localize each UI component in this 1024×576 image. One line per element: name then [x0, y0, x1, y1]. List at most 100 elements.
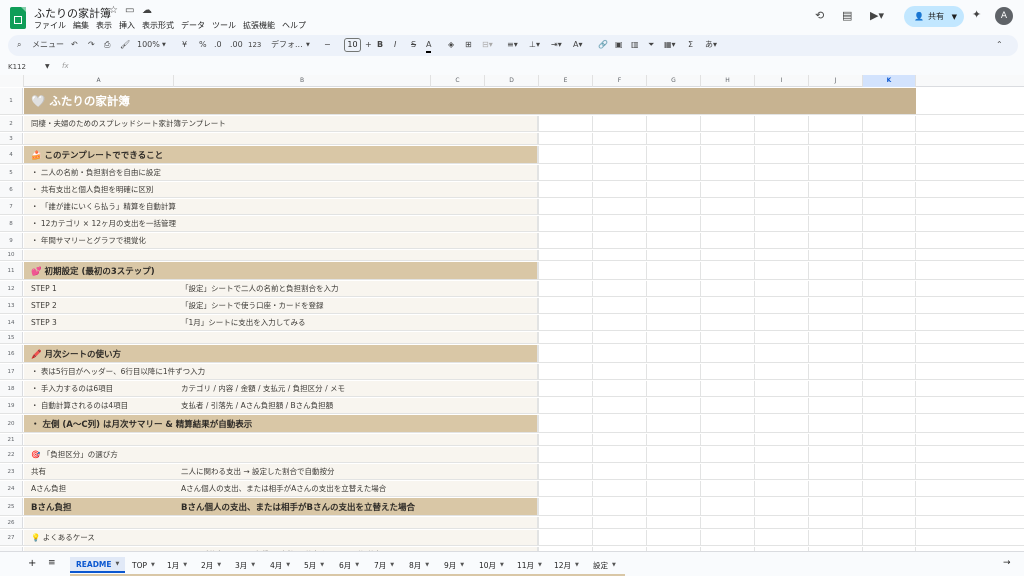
cell-b[interactable]: 支払者 / 引落先 / Aさん負担額 / Bさん負担額: [181, 398, 333, 413]
row-number[interactable]: 21: [0, 434, 23, 445]
column-header-k[interactable]: K: [863, 75, 916, 87]
row-number[interactable]: 23: [0, 464, 23, 479]
row-number[interactable]: 26: [0, 517, 23, 528]
sheet-tab[interactable]: 12月 ▼: [554, 557, 579, 573]
row-number[interactable]: 17: [0, 364, 23, 379]
sheet-tab[interactable]: 9月 ▼: [444, 557, 464, 573]
row-number[interactable]: 11: [0, 262, 23, 279]
share-button[interactable]: 👤 共有 ▼: [904, 6, 964, 27]
column-header-f[interactable]: F: [593, 75, 647, 87]
sheets-logo-icon[interactable]: [10, 7, 26, 29]
column-header-i[interactable]: I: [755, 75, 809, 87]
cell-b[interactable]: Bさん個人の支出、または相手がBさんの支出を立替えた場合: [181, 498, 415, 515]
row-cells[interactable]: [24, 517, 1024, 528]
undo-icon[interactable]: ↶: [71, 39, 78, 51]
column-header-c[interactable]: C: [431, 75, 485, 87]
star-icon[interactable]: ☆: [109, 5, 118, 16]
menu-search-label[interactable]: メニュー: [32, 39, 64, 51]
bold-icon[interactable]: B: [377, 39, 383, 51]
name-box[interactable]: K112: [8, 63, 26, 71]
insert-chart-icon[interactable]: ▥: [631, 39, 639, 51]
filter-icon[interactable]: ⏷: [648, 39, 654, 51]
font-size-input[interactable]: 10: [344, 38, 361, 52]
menu-help[interactable]: ヘルプ: [282, 20, 306, 31]
column-header-d[interactable]: D: [485, 75, 539, 87]
sheet-tab[interactable]: 5月 ▼: [304, 557, 324, 573]
text-wrap-icon[interactable]: ⇥▾: [551, 39, 562, 51]
italic-icon[interactable]: I: [394, 39, 396, 51]
font-select[interactable]: デフォ...: [271, 39, 303, 51]
number-format-button[interactable]: 123: [248, 39, 261, 51]
column-header-g[interactable]: G: [647, 75, 701, 87]
row-number[interactable]: 8: [0, 216, 23, 231]
menu-file[interactable]: ファイル: [34, 20, 66, 31]
text-color-icon[interactable]: A: [426, 39, 432, 53]
chevron-down-icon[interactable]: ▼: [612, 562, 616, 568]
comments-icon[interactable]: ▤: [842, 9, 852, 22]
functions-icon[interactable]: Σ: [688, 39, 693, 51]
cell-a[interactable]: ・ 表は5行目がヘッダー、6行目以降に1件ずつ入力: [31, 364, 205, 379]
row-cells[interactable]: 同棲・夫婦のためのスプレッドシート家計簿テンプレート: [24, 116, 1024, 131]
row-cells[interactable]: ・ 自動計算されるのは4項目 支払者 / 引落先 / Aさん負担額 / Bさん負担…: [24, 398, 1024, 413]
vertical-align-icon[interactable]: ⊥▾: [529, 39, 540, 51]
cell-a[interactable]: 💡 よくあるケース: [31, 530, 95, 545]
row-cells[interactable]: ・ 表は5行目がヘッダー、6行目以降に1件ずつ入力: [24, 364, 1024, 379]
row-number[interactable]: 1: [0, 88, 23, 114]
row-cells[interactable]: ・ 左側 (A〜C列) は月次サマリー & 精算結果が自動表示: [24, 415, 1024, 432]
chevron-down-icon[interactable]: ▼: [460, 562, 464, 568]
select-all-corner[interactable]: [0, 75, 24, 87]
row-cells[interactable]: ・ 共有支出と個人負担を明確に区別: [24, 182, 1024, 197]
avatar[interactable]: A: [995, 7, 1013, 25]
row-cells[interactable]: ・ 二人の名前・負担割合を自由に設定: [24, 165, 1024, 180]
row-number[interactable]: 15: [0, 332, 23, 343]
sheet-tab[interactable]: TOP ▼: [132, 557, 155, 573]
gemini-icon[interactable]: ✦: [972, 8, 981, 21]
row-number[interactable]: 6: [0, 182, 23, 197]
row-cells[interactable]: STEP 2 「設定」シートで使う口座・カードを登録: [24, 298, 1024, 313]
row-cells[interactable]: ・ 「誰が誰にいくら払う」精算を自動計算: [24, 199, 1024, 214]
row-cells[interactable]: [24, 133, 1024, 144]
row-number[interactable]: 27: [0, 530, 23, 545]
history-icon[interactable]: ⟲: [815, 9, 824, 22]
cell-a[interactable]: STEP 2: [31, 298, 57, 313]
cell-a[interactable]: 🖍️ 月次シートの使い方: [31, 345, 121, 362]
sheet-tab[interactable]: README ▼: [70, 557, 126, 573]
cell-b[interactable]: カテゴリ / 内容 / 金額 / 支払元 / 負担区分 / メモ: [181, 381, 345, 396]
row-number[interactable]: 22: [0, 447, 23, 462]
menu-data[interactable]: データ: [181, 20, 205, 31]
row-cells[interactable]: 🖍️ 月次シートの使い方: [24, 345, 1024, 362]
sheet-tab[interactable]: 7月 ▼: [374, 557, 394, 573]
chevron-down-icon[interactable]: ▼: [151, 562, 155, 568]
chevron-down-icon[interactable]: ▼: [575, 562, 579, 568]
font-size-increase-button[interactable]: +: [365, 39, 372, 51]
row-cells[interactable]: Aさん負担 Aさん個人の支出、または相手がAさんの支出を立替えた場合: [24, 481, 1024, 496]
font-size-decrease-button[interactable]: −: [324, 39, 331, 51]
menu-format[interactable]: 表示形式: [142, 20, 174, 31]
input-tools-icon[interactable]: あ▾: [705, 39, 717, 51]
column-header-b[interactable]: B: [174, 75, 431, 87]
row-number[interactable]: 24: [0, 481, 23, 496]
row-number[interactable]: 12: [0, 281, 23, 296]
chevron-down-icon[interactable]: ▼: [390, 562, 394, 568]
redo-icon[interactable]: ↷: [88, 39, 95, 51]
chevron-down-icon[interactable]: ▼: [183, 562, 187, 568]
cell-a[interactable]: 共有: [31, 464, 46, 479]
menu-edit[interactable]: 編集: [73, 20, 89, 31]
chevron-down-icon[interactable]: ▼: [425, 562, 429, 568]
cell-a[interactable]: 🤍 ふたりの家計簿: [31, 88, 130, 114]
cell-b[interactable]: 「1月」シートに支出を入力してみる: [181, 315, 306, 330]
sheet-tab[interactable]: 1月 ▼: [167, 557, 187, 573]
row-cells[interactable]: 🤍 ふたりの家計簿: [24, 88, 1024, 114]
print-icon[interactable]: ⎙: [104, 39, 110, 51]
chevron-down-icon[interactable]: ▼: [45, 63, 50, 70]
row-cells[interactable]: 💡 よくあるケース: [24, 530, 1024, 545]
row-number[interactable]: 18: [0, 381, 23, 396]
cell-a[interactable]: 🎯 「負担区分」の選び方: [31, 447, 118, 462]
row-cells[interactable]: ・ 年間サマリーとグラフで視覚化: [24, 233, 1024, 248]
document-title[interactable]: ふたりの家計簿: [34, 5, 111, 21]
column-header-h[interactable]: H: [701, 75, 755, 87]
row-cells[interactable]: [24, 332, 1024, 343]
sheet-tab[interactable]: 2月 ▼: [201, 557, 221, 573]
chevron-down-icon[interactable]: ▼: [251, 562, 255, 568]
insert-comment-icon[interactable]: ▣: [615, 39, 623, 51]
